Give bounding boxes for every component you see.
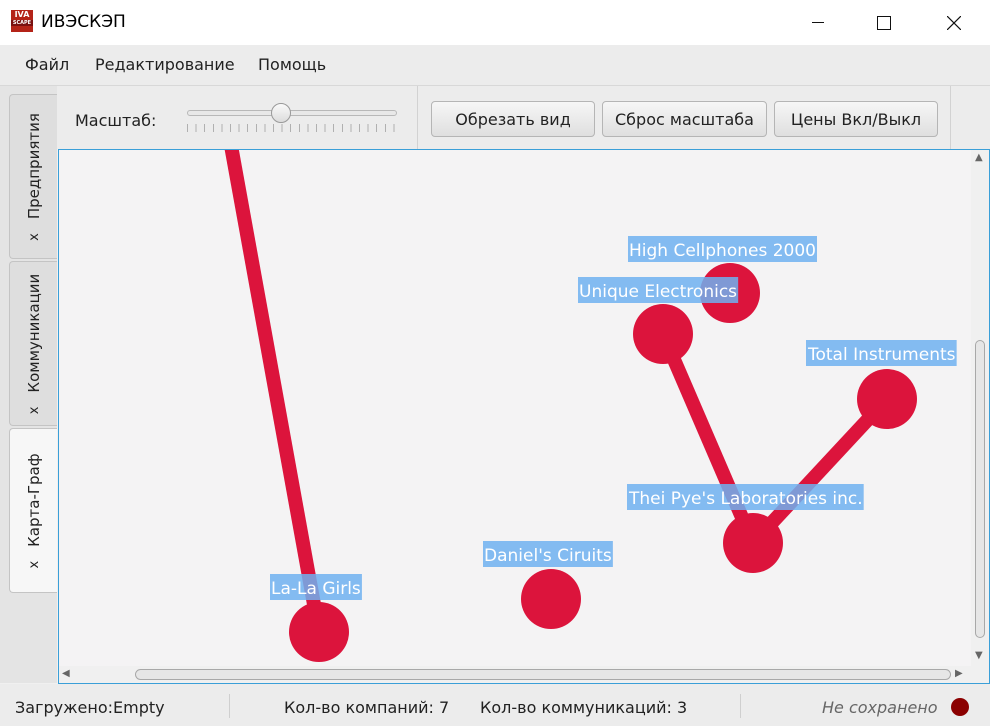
tab-map-graph[interactable]: x Карта-Граф xyxy=(9,428,57,593)
unsaved-indicator-icon xyxy=(951,698,969,716)
status-divider xyxy=(229,694,230,718)
crop-view-button[interactable]: Обрезать вид xyxy=(431,101,595,137)
graph-node-label: La-La Girls xyxy=(271,579,361,599)
toolbar-divider xyxy=(417,86,418,149)
menu-file[interactable]: Файл xyxy=(25,55,69,74)
scroll-down-icon[interactable]: ▼ xyxy=(975,650,983,661)
toggle-prices-button[interactable]: Цены Вкл/Выкл xyxy=(774,101,938,137)
tab-close-icon[interactable]: x xyxy=(26,233,41,241)
horizontal-scroll-thumb[interactable] xyxy=(135,669,951,680)
menu-bar: Файл Редактирование Помощь xyxy=(0,45,990,86)
close-icon xyxy=(947,15,961,30)
reset-zoom-button[interactable]: Сброс масштаба xyxy=(602,101,767,137)
graph-node-lala[interactable] xyxy=(289,602,349,662)
close-window-button[interactable] xyxy=(931,0,977,45)
maximize-button[interactable] xyxy=(861,0,907,45)
graph-node-label: Unique Electronics xyxy=(579,282,737,302)
side-tab-bar: x Предприятия x Коммуникации x Карта-Гра… xyxy=(0,86,57,683)
status-bar: Загружено:Empty Кол-во компаний: 7 Кол-в… xyxy=(0,684,990,726)
toolbar-divider xyxy=(950,86,951,149)
graph-node-thei[interactable] xyxy=(723,513,783,573)
zoom-label: Масштаб: xyxy=(75,111,157,130)
title-bar: IVA SCAPE ИВЭСКЭП xyxy=(0,0,990,45)
tab-label: Предприятия xyxy=(24,112,43,219)
tab-enterprises[interactable]: x Предприятия xyxy=(9,94,57,259)
graph-node-total[interactable] xyxy=(857,369,917,429)
horizontal-scrollbar[interactable]: ◀ ▶ xyxy=(59,666,989,683)
zoom-slider[interactable] xyxy=(185,103,399,134)
graph-node-label: High Cellphones 2000 xyxy=(629,241,816,261)
window-title: ИВЭСКЭП xyxy=(41,12,126,32)
vertical-scroll-thumb[interactable] xyxy=(975,340,985,638)
tab-communications[interactable]: x Коммуникации xyxy=(9,261,57,426)
graph-canvas[interactable]: La-La Girls Daniel's Ciruits High Cellphon… xyxy=(58,149,990,684)
unsaved-status: Не сохранено xyxy=(822,698,938,717)
graph-node-label: Thei Pye's Laboratories inc. xyxy=(628,489,863,509)
tab-close-icon[interactable]: x xyxy=(26,560,41,568)
scroll-left-icon[interactable]: ◀ xyxy=(62,668,70,679)
app-logo-icon: IVA SCAPE xyxy=(11,10,33,32)
companies-count: Кол-во компаний: 7 xyxy=(284,698,450,717)
maximize-icon xyxy=(877,15,891,30)
minimize-button[interactable] xyxy=(795,0,841,45)
scroll-right-icon[interactable]: ▶ xyxy=(955,668,963,679)
menu-edit[interactable]: Редактирование xyxy=(95,55,235,74)
status-divider xyxy=(740,694,741,718)
loaded-status: Загружено:Empty xyxy=(15,698,165,717)
tab-close-icon[interactable]: x xyxy=(26,406,41,414)
graph-node-daniels[interactable] xyxy=(521,569,581,629)
minimize-icon xyxy=(812,21,824,23)
tab-label: Карта-Граф xyxy=(24,452,43,547)
graph-node-label: Daniel's Ciruits xyxy=(484,546,612,566)
slider-thumb[interactable] xyxy=(271,103,291,123)
scroll-up-icon[interactable]: ▲ xyxy=(975,152,983,163)
logo-text-top: IVA xyxy=(14,10,30,19)
graph-node-label: Total Instruments xyxy=(807,345,956,365)
logo-text-bottom: SCAPE xyxy=(11,20,33,26)
graph-svg[interactable]: La-La Girls Daniel's Ciruits High Cellphon… xyxy=(59,150,971,666)
slider-track xyxy=(187,110,397,116)
tab-label: Коммуникации xyxy=(24,273,43,393)
graph-edge xyxy=(224,150,326,634)
toolbar: Масштаб: Обрезать вид Сброс масштаба Цен… xyxy=(57,86,990,149)
menu-help[interactable]: Помощь xyxy=(258,55,326,74)
vertical-scrollbar[interactable]: ▲ ▼ xyxy=(971,150,989,666)
graph-edge xyxy=(656,331,760,546)
graph-node-unique[interactable] xyxy=(633,304,693,364)
slider-ticks xyxy=(187,124,395,132)
communications-count: Кол-во коммуникаций: 3 xyxy=(480,698,688,717)
